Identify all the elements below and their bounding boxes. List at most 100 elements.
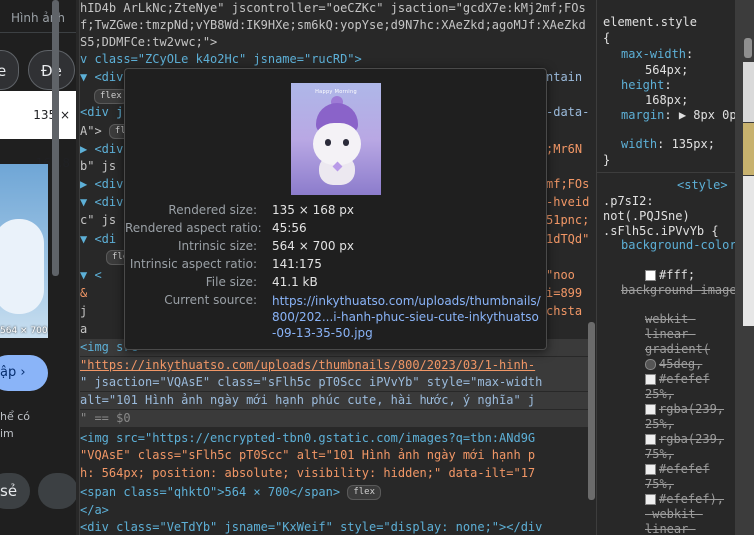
dom-line[interactable]: hID4b ArLkNc;ZteNye" jscontroller="oeCZK… bbox=[80, 0, 590, 17]
css-property-name[interactable]: margin bbox=[621, 108, 664, 122]
css-value[interactable]: 564px; bbox=[645, 63, 688, 78]
dom-line-text: <div js bbox=[80, 105, 131, 119]
color-swatch[interactable] bbox=[645, 270, 656, 281]
css-property[interactable]: background-color: bbox=[621, 238, 735, 253]
dom-line[interactable]: <div class="VeTdYb" jsname="KxWeif" styl… bbox=[80, 519, 590, 535]
gradient-stop: #efefef bbox=[645, 372, 710, 387]
file-size-value: 41.1 kB bbox=[272, 275, 318, 289]
dom-line[interactable]: v class="ZCyOLe k4o2Hc" jsname="rucRD"> bbox=[80, 51, 590, 68]
css-value[interactable]: #fff; bbox=[645, 268, 695, 283]
css-property-name[interactable]: background-color bbox=[621, 238, 735, 252]
current-source-link[interactable]: https://inkythuatso.com/uploads/thumbnai… bbox=[272, 293, 542, 341]
dom-line-text: S5;DDMFCe:tw2vwc;"> bbox=[80, 35, 218, 49]
result-image[interactable]: 564 × 700 bbox=[0, 164, 48, 338]
selected-dom-line[interactable]: " jsaction="VQAsE" class="sFlh5c pT0Scc … bbox=[80, 374, 590, 391]
file-size-label: File size: bbox=[205, 275, 257, 289]
angle-icon[interactable] bbox=[645, 359, 656, 370]
page-fragment bbox=[743, 123, 754, 175]
css-property[interactable]: margin: ▶ 8px 0px; bbox=[621, 108, 735, 123]
css-value[interactable]: ▶ 8px 0px; bbox=[679, 108, 735, 122]
snippet-text: im bbox=[0, 427, 14, 440]
scrollbar[interactable] bbox=[744, 38, 752, 58]
style-source-link[interactable]: <style> bbox=[677, 178, 728, 193]
rendered-size-label: Rendered size: bbox=[168, 203, 257, 217]
dom-line-text: " == $0 bbox=[80, 411, 131, 425]
flex-badge[interactable]: flex bbox=[347, 485, 382, 500]
dom-line[interactable]: "VQAsE" class="sFlh5c pT0Scc" alt="101 H… bbox=[80, 447, 590, 464]
css-property-name[interactable]: width bbox=[621, 137, 657, 151]
scrollbar[interactable] bbox=[588, 322, 595, 500]
dom-fragment-text: chsta bbox=[546, 304, 583, 318]
rendered-aspect-label: Rendered aspect ratio: bbox=[125, 221, 262, 235]
gradient-line: rgba(239, bbox=[659, 402, 725, 416]
color-swatch[interactable] bbox=[645, 404, 656, 415]
scrollbar[interactable] bbox=[52, 0, 59, 276]
selected-dom-line[interactable]: alt="101 Hình ảnh ngày mới hạnh phúc cut… bbox=[80, 392, 590, 409]
css-property-name[interactable]: background-image bbox=[621, 283, 735, 297]
image-thumbnail: Happy Morning bbox=[291, 83, 381, 195]
selected-dom-line[interactable]: "https://inkythuatso.com/uploads/thumbna… bbox=[80, 357, 590, 374]
dom-fragment-text: i=899 bbox=[546, 286, 583, 300]
dom-line-text: " jsaction="VQAsE" class="sFlh5c pT0Scc … bbox=[80, 375, 543, 389]
gradient-line: 75%, bbox=[645, 477, 674, 491]
dom-line-text: <img src="https://encrypted-tbn0.gstatic… bbox=[80, 431, 536, 445]
color-swatch[interactable] bbox=[645, 374, 656, 385]
css-property-name[interactable]: max-width bbox=[621, 47, 686, 61]
bunny-shape bbox=[0, 219, 44, 314]
dom-line[interactable]: <img src="https://encrypted-tbn0.gstatic… bbox=[80, 430, 590, 447]
share-button[interactable]: sẻ bbox=[0, 473, 30, 509]
gradient-line: -webkit- bbox=[645, 507, 703, 521]
intrinsic-size-value: 564 × 700 px bbox=[272, 239, 355, 253]
css-value[interactable]: 135px; bbox=[672, 137, 715, 151]
bunny-shape bbox=[343, 139, 349, 146]
overridden-property[interactable]: background-image: bbox=[621, 283, 735, 298]
dom-line[interactable]: <span class="qhktO">564 × 700</span> fle… bbox=[80, 484, 590, 501]
color-swatch[interactable] bbox=[645, 464, 656, 475]
filter-chip[interactable]: e bbox=[0, 50, 20, 90]
dom-fragment: ;Mr6N bbox=[546, 141, 590, 158]
dom-line-text: alt="101 Hình ảnh ngày mới hạnh phúc cut… bbox=[80, 393, 536, 407]
css-property[interactable]: height: bbox=[621, 78, 672, 93]
dom-line[interactable]: S5;DDMFCe:tw2vwc;"> bbox=[80, 34, 590, 51]
gradient-stop: rgba(239, bbox=[645, 402, 724, 417]
dom-fragment: 1dTQd" bbox=[546, 231, 590, 248]
visit-button[interactable]: ập › bbox=[0, 355, 48, 391]
snippet-text: hể có bbox=[0, 410, 31, 423]
dom-line-text: </a> bbox=[80, 503, 109, 517]
save-button[interactable] bbox=[38, 473, 76, 509]
rendered-size-value: 135 × 168 px bbox=[272, 203, 355, 217]
dom-line-text: ▼ <di bbox=[80, 232, 117, 246]
dom-line[interactable]: </a> bbox=[80, 502, 590, 519]
dom-line-text: c" js bbox=[80, 213, 117, 227]
gradient-line: #efefef), bbox=[659, 492, 725, 506]
gradient-line: #efefef bbox=[659, 462, 710, 476]
gradient-line: linear- bbox=[645, 522, 696, 535]
dom-line-text: A"> bbox=[80, 124, 102, 138]
css-value[interactable]: 168px; bbox=[645, 93, 688, 108]
dom-fragment-text: ;Mr6N bbox=[546, 142, 583, 156]
dom-fragment: chsta bbox=[546, 303, 590, 320]
image-dimensions-caption: 564 × 700 bbox=[0, 326, 48, 336]
bunny-shape bbox=[313, 123, 361, 165]
dom-line[interactable]: f;TwZGwe:tmzpNd;vYB8Wd:IK9HXe;sm6kQ:yopY… bbox=[80, 17, 590, 34]
intrinsic-aspect-value: 141:175 bbox=[272, 257, 322, 271]
image-preview-tooltip: Happy Morning Rendered size: 135 × 168 p… bbox=[124, 68, 547, 350]
dom-line-text: h: 564px; position: absolute; visibility… bbox=[80, 466, 536, 480]
flex-badge[interactable]: flex bbox=[94, 89, 128, 104]
divider bbox=[597, 172, 735, 173]
dom-line-text: j bbox=[80, 304, 88, 318]
gradient-angle: 45deg, bbox=[645, 357, 702, 372]
color-swatch[interactable] bbox=[645, 494, 656, 505]
css-property-name[interactable]: height bbox=[621, 78, 664, 92]
dom-fragment: -data- bbox=[546, 104, 590, 121]
dom-fragment-text: mf;FOs bbox=[546, 177, 590, 191]
img-src-link[interactable]: "https://inkythuatso.com/uploads/thumbna… bbox=[80, 358, 535, 372]
css-property[interactable]: width: 135px; bbox=[621, 137, 715, 152]
css-property[interactable]: max-width: bbox=[621, 47, 693, 62]
color-swatch[interactable] bbox=[645, 434, 656, 445]
dom-line[interactable]: h: 564px; position: absolute; visibility… bbox=[80, 465, 590, 482]
dom-fragment: mf;FOs bbox=[546, 176, 590, 193]
selected-dom-line[interactable]: " == $0 bbox=[80, 410, 590, 427]
dom-fragment-text: ntain bbox=[546, 70, 583, 84]
dom-line-text: "VQAsE" class="sFlh5c pT0Scc" alt="101 H… bbox=[80, 448, 536, 462]
